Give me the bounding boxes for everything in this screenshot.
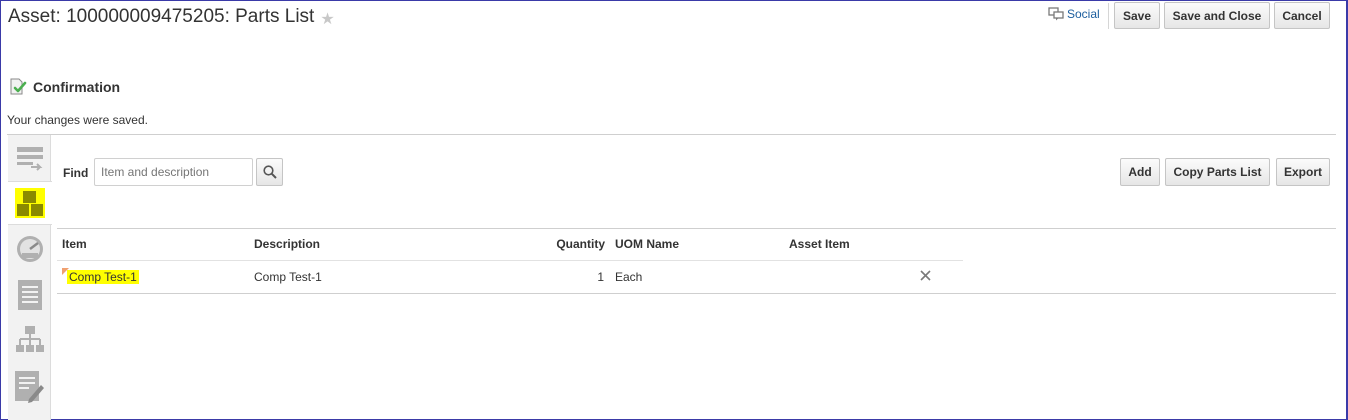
save-button[interactable]: Save [1114, 2, 1160, 29]
hierarchy-icon [15, 326, 44, 352]
asset-details-icon [16, 147, 43, 171]
meter-icon [16, 236, 43, 262]
search-icon [262, 165, 277, 179]
column-header-uom-name[interactable]: UOM Name [615, 237, 679, 251]
save-and-close-button[interactable]: Save and Close [1164, 2, 1270, 29]
favorite-star-icon[interactable]: ★ [320, 9, 334, 29]
social-icon [1048, 7, 1064, 21]
side-tab-documents[interactable] [8, 273, 51, 317]
export-button[interactable]: Export [1276, 158, 1330, 186]
table-top-border [57, 228, 1336, 229]
confirmation-message: Your changes were saved. [7, 113, 148, 127]
notes-edit-icon [14, 371, 44, 403]
column-header-description[interactable]: Description [254, 237, 320, 251]
find-input[interactable] [94, 158, 253, 186]
parts-list-icon [15, 188, 45, 218]
cell-uom-name: Each [615, 270, 643, 284]
column-header-item[interactable]: Item [62, 237, 87, 251]
side-tab-bar [8, 135, 52, 420]
search-button[interactable] [256, 158, 283, 186]
social-label: Social [1067, 7, 1100, 21]
page-title: Asset: 100000009475205: Parts List ★ [8, 5, 335, 29]
table-bottom-border [57, 293, 1336, 294]
cell-item-text: Comp Test-1 [67, 270, 139, 284]
find-label: Find [63, 166, 89, 180]
add-button[interactable]: Add [1120, 158, 1160, 186]
confirmation-check-icon [10, 78, 27, 95]
column-header-asset-item[interactable]: Asset Item [789, 237, 850, 251]
header-separator [1108, 3, 1109, 29]
social-link[interactable]: Social [1048, 7, 1100, 21]
side-tab-parts-list[interactable] [8, 181, 52, 225]
cancel-button[interactable]: Cancel [1274, 2, 1330, 29]
cell-description: Comp Test-1 [254, 270, 322, 284]
confirmation-title: Confirmation [33, 79, 121, 95]
section-divider [7, 134, 1336, 135]
confirmation-header: Confirmation [9, 78, 120, 96]
cell-quantity: 1 [597, 270, 604, 284]
header-row-divider [57, 260, 963, 261]
side-tab-asset-details[interactable] [8, 137, 51, 181]
cell-item[interactable]: Comp Test-1 [67, 270, 139, 284]
side-tab-notes[interactable] [8, 365, 51, 409]
column-header-quantity[interactable]: Quantity [540, 237, 605, 251]
side-tab-hierarchy[interactable] [8, 319, 51, 363]
side-tab-meters[interactable] [8, 227, 51, 271]
copy-parts-list-button[interactable]: Copy Parts List [1165, 158, 1270, 186]
page-title-text: Asset: 100000009475205: Parts List [8, 6, 315, 27]
document-list-icon [17, 280, 42, 310]
delete-row-icon[interactable] [919, 269, 932, 282]
window-frame [0, 0, 1348, 420]
